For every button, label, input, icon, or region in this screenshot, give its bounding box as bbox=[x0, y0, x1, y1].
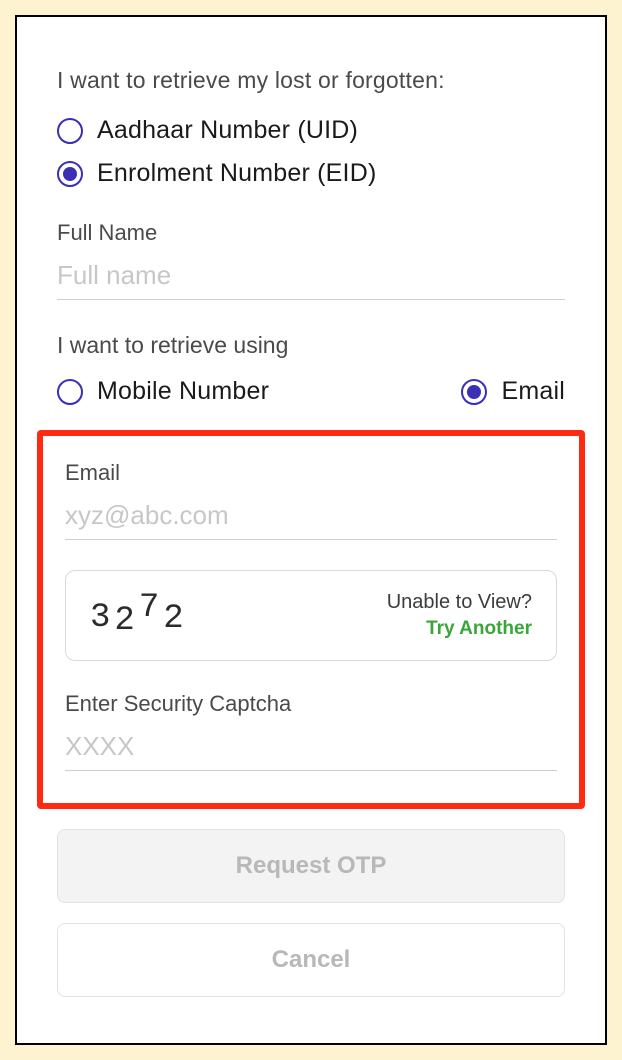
radio-email[interactable]: Email bbox=[461, 377, 565, 406]
request-otp-button[interactable]: Request OTP bbox=[57, 829, 565, 903]
radio-eid-label: Enrolment Number (EID) bbox=[97, 159, 376, 188]
security-captcha-label: Enter Security Captcha bbox=[65, 691, 557, 717]
form-panel: I want to retrieve my lost or forgotten:… bbox=[15, 15, 607, 1045]
retrieve-using-label: I want to retrieve using bbox=[57, 332, 565, 359]
unable-to-view-label: Unable to View? bbox=[387, 591, 532, 614]
radio-mobile[interactable]: Mobile Number bbox=[57, 377, 269, 406]
radio-uid[interactable]: Aadhaar Number (UID) bbox=[57, 116, 565, 145]
radio-icon bbox=[57, 118, 83, 144]
captcha-card: 3 2 7 2 Unable to View? Try Another bbox=[65, 570, 557, 661]
cancel-button[interactable]: Cancel bbox=[57, 923, 565, 997]
radio-icon bbox=[461, 379, 487, 405]
radio-uid-label: Aadhaar Number (UID) bbox=[97, 116, 358, 145]
highlight-box: Email 3 2 7 2 Unable to View? Try Anothe… bbox=[37, 430, 585, 809]
radio-icon bbox=[57, 379, 83, 405]
full-name-input[interactable] bbox=[57, 256, 565, 300]
full-name-label: Full Name bbox=[57, 220, 565, 246]
try-another-link[interactable]: Try Another bbox=[387, 618, 532, 640]
radio-icon bbox=[57, 161, 83, 187]
email-label: Email bbox=[65, 460, 557, 486]
security-captcha-input[interactable] bbox=[65, 727, 557, 771]
captcha-image: 3 2 7 2 bbox=[90, 597, 188, 635]
heading-retrieve: I want to retrieve my lost or forgotten: bbox=[57, 67, 565, 94]
radio-mobile-label: Mobile Number bbox=[97, 377, 269, 406]
radio-eid[interactable]: Enrolment Number (EID) bbox=[57, 159, 565, 188]
email-input[interactable] bbox=[65, 496, 557, 540]
radio-email-label: Email bbox=[501, 377, 565, 406]
